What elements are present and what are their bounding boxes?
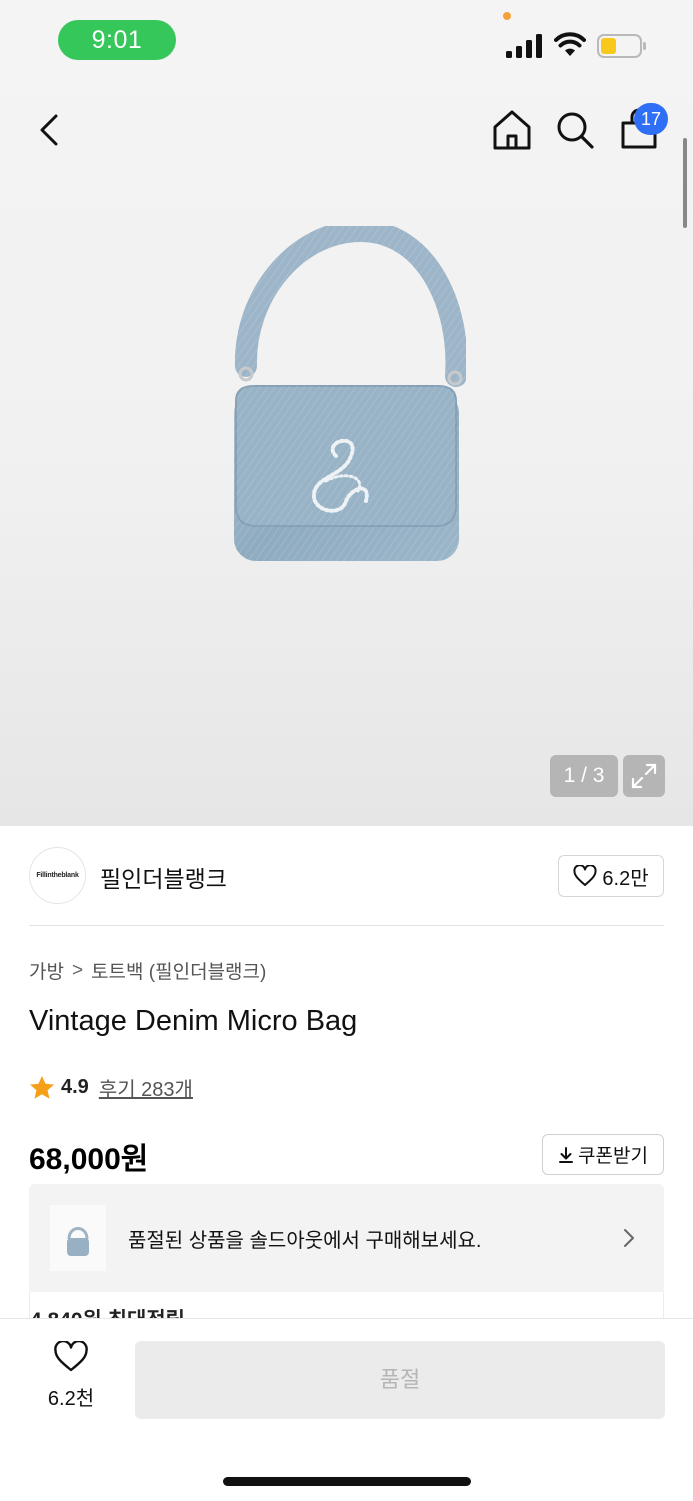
- brand-like-count: 6.2만: [602, 867, 649, 890]
- back-button[interactable]: [28, 108, 72, 152]
- expand-icon[interactable]: [623, 755, 665, 797]
- soldout-banner[interactable]: 품절된 상품을 솔드아웃에서 구매해보세요.: [29, 1184, 664, 1292]
- heart-outline-icon: [573, 865, 597, 886]
- chevron-right-icon: [624, 1229, 634, 1247]
- heart-outline-icon: [54, 1339, 88, 1372]
- breadcrumb-category[interactable]: 가방: [29, 957, 64, 984]
- battery-low-icon: [597, 34, 646, 58]
- image-counter: 1 / 3: [550, 755, 618, 797]
- rating-value: 4.9: [61, 1076, 89, 1098]
- bottom-action-bar: 6.2천 품절: [0, 1318, 693, 1501]
- divider: [29, 925, 664, 926]
- breadcrumb-subcategory[interactable]: 토트백 (필인더블랭크): [91, 957, 266, 984]
- brand-logo[interactable]: Fillintheblank: [29, 847, 86, 904]
- privacy-indicator-dot: [503, 12, 511, 20]
- cart-count-badge: 17: [634, 103, 668, 135]
- review-count-link[interactable]: 후기 283개: [99, 1073, 193, 1102]
- home-icon[interactable]: [490, 108, 534, 152]
- breadcrumb: 가방 > 토트백 (필인더블랭크): [29, 957, 266, 984]
- brand-logo-text: Fillintheblank: [36, 872, 79, 879]
- breadcrumb-separator: >: [71, 959, 84, 981]
- wishlist-count: 6.2천: [47, 1388, 95, 1410]
- coupon-label: 쿠폰받기: [578, 1146, 648, 1167]
- wishlist-button[interactable]: 6.2천: [30, 1339, 112, 1415]
- home-indicator[interactable]: [223, 1477, 471, 1486]
- brand-name[interactable]: 필인더블랭크: [100, 860, 227, 894]
- soldout-purchase-button[interactable]: 품절: [135, 1341, 665, 1419]
- brand-like-button[interactable]: 6.2만: [558, 855, 664, 897]
- soldout-thumbnail: [50, 1205, 106, 1271]
- product-gallery[interactable]: 9:01 17 1 / 3: [0, 0, 693, 826]
- star-icon: [30, 1076, 54, 1099]
- download-icon: [559, 1146, 574, 1163]
- cellular-signal-icon: [506, 34, 542, 58]
- search-icon[interactable]: [553, 108, 597, 152]
- scrollbar-thumb[interactable]: [683, 138, 687, 228]
- coupon-download-button[interactable]: 쿠폰받기: [542, 1134, 664, 1175]
- status-time: 9:01: [58, 20, 176, 60]
- rating-row: 4.9 후기 283개: [29, 1073, 193, 1102]
- product-image: [234, 226, 466, 561]
- product-title: Vintage Denim Micro Bag: [29, 1005, 358, 1037]
- product-price: 68,000원: [29, 1143, 149, 1176]
- soldout-banner-text: 품절된 상품을 솔드아웃에서 구매해보세요.: [128, 1230, 482, 1252]
- wifi-icon: [554, 32, 586, 56]
